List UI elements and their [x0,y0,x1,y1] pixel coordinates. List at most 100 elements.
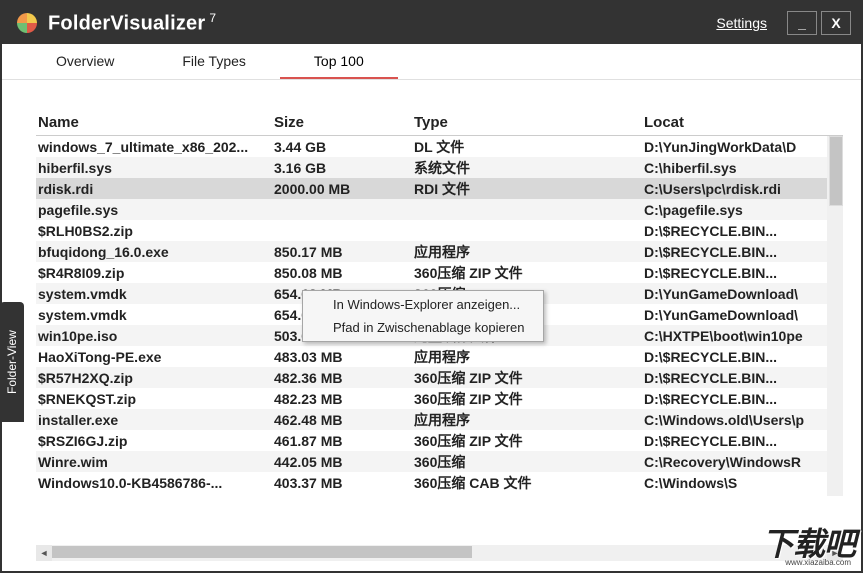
cell-type: 系统文件 [414,158,644,178]
horizontal-scroll-track[interactable] [52,545,827,561]
table-row[interactable]: bfuqidong_16.0.exe850.17 MB应用程序D:\$RECYC… [36,241,843,262]
table-row[interactable]: Windows10.0-KB4586786-...403.37 MB360压缩 … [36,472,843,493]
cell-name: hiberfil.sys [36,160,274,176]
table-row[interactable]: $R57H2XQ.zip482.36 MB360压缩 ZIP 文件D:\$REC… [36,367,843,388]
folder-view-side-tab[interactable]: Folder-View [0,302,24,422]
table-row[interactable]: installer.exe462.48 MB应用程序C:\Windows.old… [36,409,843,430]
table-row[interactable]: HaoXiTong-PE.exe483.03 MB应用程序D:\$RECYCLE… [36,346,843,367]
tab-file-types[interactable]: File Types [148,45,280,79]
horizontal-scrollbar-thumb[interactable] [52,546,472,558]
content-area: Folder-View Name Size Type Locat windows… [2,80,861,571]
cell-name: rdisk.rdi [36,181,274,197]
table-row[interactable]: Winre.wim442.05 MB360压缩C:\Recovery\Windo… [36,451,843,472]
app-version-text: 7 [209,11,216,25]
cell-type: 应用程序 [414,347,644,367]
cell-size: 3.44 GB [274,139,414,155]
cell-size: 462.48 MB [274,412,414,428]
cell-type: 360压缩 ZIP 文件 [414,389,644,409]
cell-location: C:\Users\pc\rdisk.rdi [644,181,843,197]
table-header-row: Name Size Type Locat [36,110,843,136]
cell-name: $R57H2XQ.zip [36,370,274,386]
cell-location: C:\Windows\S [644,475,843,491]
cell-name: HaoXiTong-PE.exe [36,349,274,365]
cell-location: D:\YunGameDownload\ [644,307,843,323]
vertical-scrollbar[interactable] [827,136,843,496]
table-row[interactable]: $RLH0BS2.zip D:\$RECYCLE.BIN... [36,220,843,241]
table-row[interactable]: rdisk.rdi2000.00 MBRDI 文件C:\Users\pc\rdi… [36,178,843,199]
cell-size: 482.36 MB [274,370,414,386]
tab-overview[interactable]: Overview [22,45,148,79]
cell-location: D:\$RECYCLE.BIN... [644,265,843,281]
cell-type: 360压缩 CAB 文件 [414,473,644,493]
cell-type: 应用程序 [414,410,644,430]
tab-top-100[interactable]: Top 100 [280,45,398,79]
cell-location: D:\$RECYCLE.BIN... [644,244,843,260]
cell-size: 483.03 MB [274,349,414,365]
cell-size: 403.37 MB [274,475,414,491]
context-menu-item[interactable]: In Windows-Explorer anzeigen... [305,293,541,316]
vertical-scrollbar-thumb[interactable] [829,136,843,206]
table-row[interactable]: hiberfil.sys3.16 GB系统文件C:\hiberfil.sys [36,157,843,178]
cell-size: 2000.00 MB [274,181,414,197]
cell-name: Windows10.0-KB4586786-... [36,475,274,491]
cell-name: bfuqidong_16.0.exe [36,244,274,260]
cell-name: system.vmdk [36,307,274,323]
cell-name: system.vmdk [36,286,274,302]
cell-type: 应用程序 [414,242,644,262]
scroll-left-arrow-icon[interactable]: ◄ [36,545,52,561]
cell-name: installer.exe [36,412,274,428]
cell-size: 850.17 MB [274,244,414,260]
cell-size: 442.05 MB [274,454,414,470]
close-button[interactable]: X [821,11,851,35]
cell-type: RDI 文件 [414,179,644,199]
column-header-type[interactable]: Type [414,114,644,131]
tab-bar: OverviewFile TypesTop 100 [2,44,861,80]
cell-location: D:\YunGameDownload\ [644,286,843,302]
table-row[interactable]: $RSZI6GJ.zip461.87 MB360压缩 ZIP 文件D:\$REC… [36,430,843,451]
app-name-text: FolderVisualizer [48,12,205,34]
cell-location: D:\YunJingWorkData\D [644,139,843,155]
context-menu-item[interactable]: Pfad in Zwischenablage kopieren [305,316,541,339]
cell-size: 850.08 MB [274,265,414,281]
titlebar: FolderVisualizer 7 Settings _ X [2,2,861,44]
cell-location: C:\HXTPE\boot\win10pe [644,328,843,344]
minimize-button[interactable]: _ [787,11,817,35]
cell-location: D:\$RECYCLE.BIN... [644,349,843,365]
cell-name: $RLH0BS2.zip [36,223,274,239]
settings-link[interactable]: Settings [716,15,767,31]
cell-name: win10pe.iso [36,328,274,344]
cell-name: windows_7_ultimate_x86_202... [36,139,274,155]
cell-location: D:\$RECYCLE.BIN... [644,391,843,407]
cell-location: D:\$RECYCLE.BIN... [644,370,843,386]
cell-type: 360压缩 [414,452,644,472]
scroll-right-arrow-icon[interactable]: ► [827,545,843,561]
cell-size: 3.16 GB [274,160,414,176]
app-title: FolderVisualizer 7 [48,11,216,36]
app-window: FolderVisualizer7 Settings _ X OverviewF… [0,0,863,573]
table-row[interactable]: windows_7_ultimate_x86_202...3.44 GBDL 文… [36,136,843,157]
column-header-location[interactable]: Locat [644,114,843,131]
column-header-size[interactable]: Size [274,114,414,131]
cell-name: pagefile.sys [36,202,274,218]
cell-name: Winre.wim [36,454,274,470]
cell-location: D:\$RECYCLE.BIN... [644,223,843,239]
cell-location: C:\pagefile.sys [644,202,843,218]
cell-name: $RNEKQST.zip [36,391,274,407]
cell-name: $R4R8I09.zip [36,265,274,281]
cell-location: C:\hiberfil.sys [644,160,843,176]
cell-type: DL 文件 [414,137,644,157]
cell-name: $RSZI6GJ.zip [36,433,274,449]
cell-size: 461.87 MB [274,433,414,449]
context-menu: In Windows-Explorer anzeigen...Pfad in Z… [302,290,544,342]
cell-type: 360压缩 ZIP 文件 [414,368,644,388]
table-row[interactable]: $R4R8I09.zip850.08 MB360压缩 ZIP 文件D:\$REC… [36,262,843,283]
horizontal-scrollbar[interactable]: ◄ ► [36,545,843,561]
column-header-name[interactable]: Name [36,114,274,131]
table-row[interactable]: $RNEKQST.zip482.23 MB360压缩 ZIP 文件D:\$REC… [36,388,843,409]
cell-size: 482.23 MB [274,391,414,407]
cell-type: 360压缩 ZIP 文件 [414,263,644,283]
cell-type: 360压缩 ZIP 文件 [414,431,644,451]
cell-location: D:\$RECYCLE.BIN... [644,433,843,449]
app-logo-icon [16,12,38,34]
table-row[interactable]: pagefile.sys C:\pagefile.sys [36,199,843,220]
